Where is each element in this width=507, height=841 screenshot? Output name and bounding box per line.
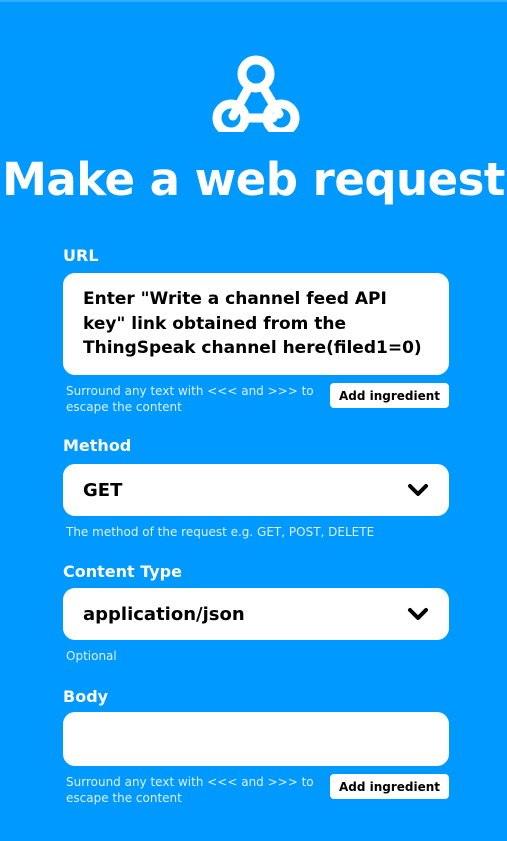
chevron-down-icon xyxy=(408,608,428,620)
url-field[interactable]: Enter "Write a channel feed API key" lin… xyxy=(63,273,449,375)
body-add-ingredient-button[interactable]: Add ingredient xyxy=(330,774,449,799)
body-label: Body xyxy=(63,687,109,706)
content-type-label: Content Type xyxy=(63,562,182,581)
url-label: URL xyxy=(63,246,99,265)
content-type-value: application/json xyxy=(83,603,245,625)
method-label: Method xyxy=(63,436,132,455)
method-help-text: The method of the request e.g. GET, POST… xyxy=(66,525,375,539)
url-add-ingredient-button[interactable]: Add ingredient xyxy=(330,383,449,408)
content-type-help-text: Optional xyxy=(66,649,117,663)
body-field[interactable] xyxy=(63,712,449,766)
chevron-down-icon xyxy=(408,484,428,496)
top-border xyxy=(0,0,507,2)
url-help-text: Surround any text with <<< and >>> to es… xyxy=(66,384,314,414)
page-title: Make a web request xyxy=(2,153,505,206)
content-type-select[interactable]: application/json xyxy=(63,588,449,640)
webhook-icon xyxy=(212,55,300,132)
method-select[interactable]: GET xyxy=(63,464,449,516)
method-value: GET xyxy=(83,479,123,501)
body-help-text: Surround any text with <<< and >>> to es… xyxy=(66,775,314,805)
